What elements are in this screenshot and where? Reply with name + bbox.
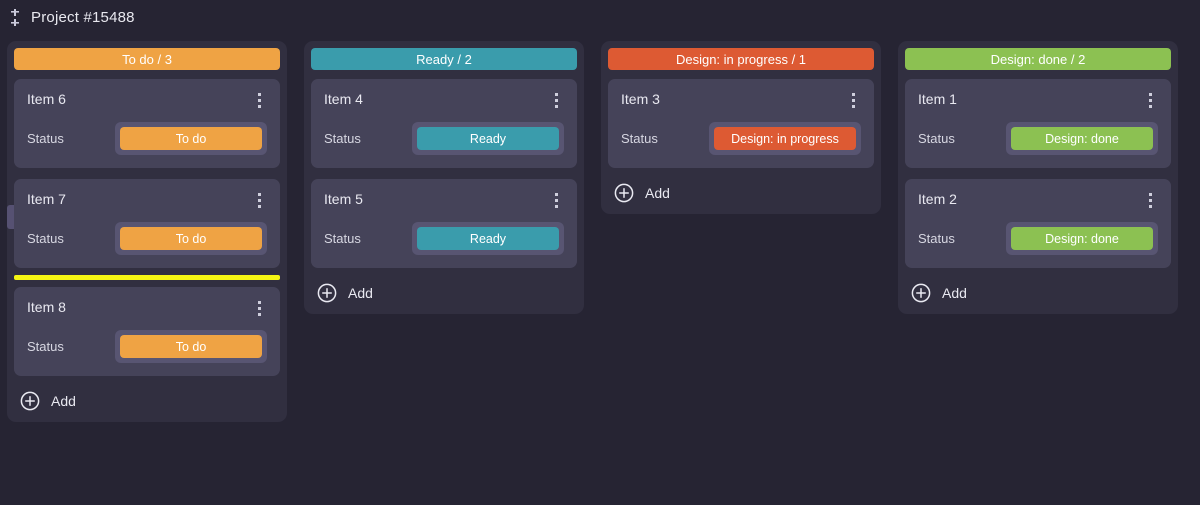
card[interactable]: Item 4 Status Ready: [311, 79, 577, 168]
column-todo: To do / 3 Item 6 Status To do Item 7 Status To…: [7, 41, 287, 422]
kebab-menu-icon[interactable]: [251, 299, 267, 317]
drop-indicator: [14, 275, 280, 280]
status-pill-container: Design: done: [1006, 122, 1158, 155]
column-header-design-in-progress[interactable]: Design: in progress / 1: [608, 48, 874, 70]
card[interactable]: Item 3 Status Design: in progress: [608, 79, 874, 168]
status-badge[interactable]: To do: [120, 335, 262, 358]
status-field-label: Status: [324, 131, 412, 146]
card-status-row: Status To do: [27, 122, 267, 155]
status-badge[interactable]: Design: done: [1011, 127, 1153, 150]
plus-circle-icon: [614, 183, 634, 203]
kanban-board: To do / 3 Item 6 Status To do Item 7 Status To…: [0, 35, 1200, 422]
add-card-button[interactable]: Add: [311, 279, 577, 305]
add-card-label: Add: [942, 285, 967, 301]
card-title: Item 8: [27, 298, 66, 316]
card-header: Item 8: [27, 298, 267, 317]
status-field-label: Status: [621, 131, 709, 146]
card-title: Item 1: [918, 90, 957, 108]
column-design-done: Design: done / 2 Item 1 Status Design: done…: [898, 41, 1178, 314]
status-pill-container: Ready: [412, 122, 564, 155]
kebab-menu-icon[interactable]: [251, 191, 267, 209]
card-header: Item 2: [918, 190, 1158, 209]
card-status-row: Status Design: done: [918, 122, 1158, 155]
kebab-menu-icon[interactable]: [1142, 191, 1158, 209]
card[interactable]: Item 1 Status Design: done: [905, 79, 1171, 168]
card-status-row: Status Ready: [324, 222, 564, 255]
status-field-label: Status: [918, 231, 1006, 246]
card-status-row: Status To do: [27, 222, 267, 255]
kebab-menu-icon[interactable]: [1142, 91, 1158, 109]
card-title: Item 2: [918, 190, 957, 208]
status-pill-container: To do: [115, 122, 267, 155]
card-header: Item 1: [918, 90, 1158, 109]
card[interactable]: Item 2 Status Design: done: [905, 179, 1171, 268]
status-badge[interactable]: To do: [120, 227, 262, 250]
card-title: Item 7: [27, 190, 66, 208]
card-header: Item 4: [324, 90, 564, 109]
status-pill-container: Design: done: [1006, 222, 1158, 255]
card[interactable]: Item 7 Status To do: [14, 179, 280, 268]
top-bar: Project #15488: [0, 0, 1200, 35]
card-title: Item 5: [324, 190, 363, 208]
status-badge[interactable]: Ready: [417, 127, 559, 150]
card[interactable]: Item 8 Status To do: [14, 287, 280, 376]
kebab-menu-icon[interactable]: [845, 91, 861, 109]
kebab-menu-icon[interactable]: [548, 91, 564, 109]
card-header: Item 7: [27, 190, 267, 209]
card-header: Item 3: [621, 90, 861, 109]
status-field-label: Status: [27, 231, 115, 246]
status-badge[interactable]: Ready: [417, 227, 559, 250]
card-status-row: Status Design: in progress: [621, 122, 861, 155]
card-status-row: Status Design: done: [918, 222, 1158, 255]
status-pill-container: Design: in progress: [709, 122, 861, 155]
add-card-button[interactable]: Add: [608, 179, 874, 205]
column-header-ready[interactable]: Ready / 2: [311, 48, 577, 70]
card[interactable]: Item 5 Status Ready: [311, 179, 577, 268]
status-field-label: Status: [27, 339, 115, 354]
add-card-button[interactable]: Add: [905, 279, 1171, 305]
status-field-label: Status: [324, 231, 412, 246]
status-badge[interactable]: Design: in progress: [714, 127, 856, 150]
status-field-label: Status: [918, 131, 1006, 146]
card-status-row: Status To do: [27, 330, 267, 363]
status-pill-container: To do: [115, 222, 267, 255]
column-header-design-done[interactable]: Design: done / 2: [905, 48, 1171, 70]
kebab-menu-icon[interactable]: [251, 91, 267, 109]
status-pill-container: To do: [115, 330, 267, 363]
card-header: Item 6: [27, 90, 267, 109]
card-status-row: Status Ready: [324, 122, 564, 155]
card-title: Item 6: [27, 90, 66, 108]
add-card-label: Add: [645, 185, 670, 201]
add-card-button[interactable]: Add: [14, 387, 280, 413]
column-header-todo[interactable]: To do / 3: [14, 48, 280, 70]
status-badge[interactable]: Design: done: [1011, 227, 1153, 250]
column-design-in-progress: Design: in progress / 1 Item 3 Status Desig…: [601, 41, 881, 214]
card-header: Item 5: [324, 190, 564, 209]
kebab-menu-icon[interactable]: [548, 191, 564, 209]
column-ready: Ready / 2 Item 4 Status Ready Item 5 Status Re…: [304, 41, 584, 314]
plus-circle-icon: [20, 391, 40, 411]
card-title: Item 4: [324, 90, 363, 108]
drag-vertical-icon[interactable]: [8, 8, 22, 28]
status-field-label: Status: [27, 131, 115, 146]
add-card-label: Add: [51, 393, 76, 409]
add-card-label: Add: [348, 285, 373, 301]
plus-circle-icon: [911, 283, 931, 303]
card[interactable]: Item 6 Status To do: [14, 79, 280, 168]
plus-circle-icon: [317, 283, 337, 303]
page-title: Project #15488: [31, 9, 135, 26]
status-pill-container: Ready: [412, 222, 564, 255]
card-title: Item 3: [621, 90, 660, 108]
status-badge[interactable]: To do: [120, 127, 262, 150]
